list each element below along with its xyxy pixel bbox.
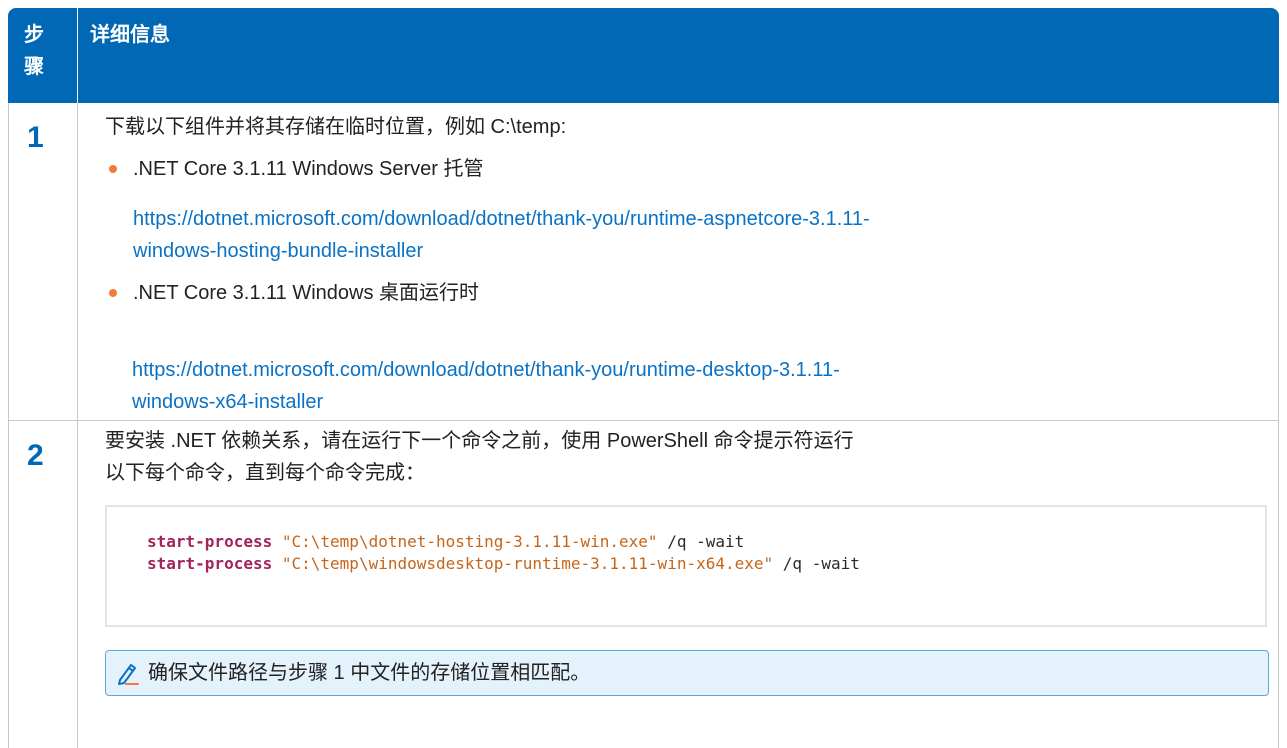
component-title: .NET Core 3.1.11 Windows Server 托管 [133, 158, 484, 180]
code-command: start-process [147, 532, 273, 551]
download-link[interactable]: https://dotnet.microsoft.com/download/do… [133, 203, 870, 235]
bullet-icon [109, 165, 117, 173]
code-command: start-process [147, 554, 273, 573]
download-link-continued[interactable]: windows-hosting-bundle-installer [133, 235, 423, 267]
step-number-cell: 1 [9, 103, 78, 420]
header-details-label: 详细信息 [90, 22, 170, 46]
code-line: start-process "C:\temp\windowsdesktop-ru… [147, 553, 860, 575]
code-flags: /q -wait [667, 532, 745, 551]
code-line: start-process "C:\temp\dotnet-hosting-3.… [147, 531, 744, 553]
note-text: 确保文件路径与步骤 1 中文件的存储位置相匹配。 [148, 662, 591, 684]
code-flags: /q -wait [782, 554, 860, 573]
code-path: "C:\temp\windowsdesktop-runtime-3.1.11-w… [281, 554, 774, 573]
header-step-label: 步骤 [24, 22, 44, 78]
step-number: 1 [27, 121, 44, 154]
bullet-icon [109, 289, 117, 297]
step-number-cell: 2 [9, 421, 78, 748]
note-callout: 确保文件路径与步骤 1 中文件的存储位置相匹配。 [105, 650, 1269, 696]
table-header: 步骤 详细信息 [8, 8, 1279, 103]
step-2-intro-line2: 以下每个命令，直到每个命令完成： [105, 462, 425, 484]
step-number: 2 [27, 439, 44, 472]
pencil-icon [118, 664, 139, 685]
download-link-continued[interactable]: windows-x64-installer [132, 386, 323, 418]
header-step-cell: 步骤 [8, 8, 78, 103]
code-block[interactable]: start-process "C:\temp\dotnet-hosting-3.… [105, 505, 1267, 627]
step-1-intro: 下载以下组件并将其存储在临时位置，例如 C:\temp: [105, 116, 567, 138]
download-link[interactable]: https://dotnet.microsoft.com/download/do… [132, 354, 840, 386]
step-2-intro-line1: 要安装 .NET 依赖关系，请在运行下一个命令之前，使用 PowerShell … [105, 430, 854, 452]
table-row-step-2: 2 要安装 .NET 依赖关系，请在运行下一个命令之前，使用 PowerShel… [8, 421, 1279, 748]
component-title: .NET Core 3.1.11 Windows 桌面运行时 [133, 282, 480, 304]
code-path: "C:\temp\dotnet-hosting-3.1.11-win.exe" [281, 532, 658, 551]
